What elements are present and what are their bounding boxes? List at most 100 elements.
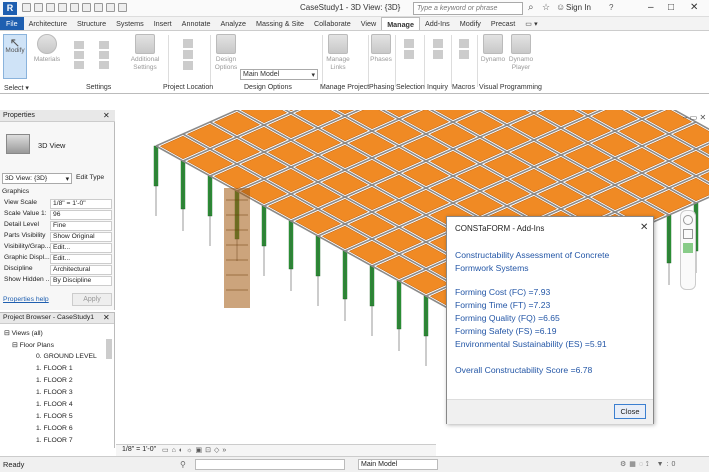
tab-modify[interactable]: Modify — [455, 17, 486, 30]
properties-help-link[interactable]: Properties help — [3, 296, 49, 303]
sign-in-link[interactable]: Sign In — [566, 3, 591, 12]
maximize-icon[interactable]: □ — [668, 2, 674, 13]
main-model-select[interactable]: Main Model ▾ — [240, 69, 318, 80]
viewport-window-controls[interactable]: – ▭ ✕ — [683, 113, 706, 122]
tab-analyze[interactable]: Analyze — [215, 17, 251, 30]
close-panel-icon[interactable]: ✕ — [103, 111, 110, 120]
undo-icon[interactable] — [46, 3, 55, 12]
metric-forming-safety: Forming Safety (FS) =6.19 — [455, 326, 557, 336]
3d-view-type-icon — [6, 134, 30, 154]
group-manage-project: Manage Project — [320, 84, 370, 91]
macros-buttons[interactable] — [453, 37, 475, 77]
close-window-icon[interactable]: ✕ — [690, 2, 698, 13]
title-bar: R CaseStudy1 - 3D View: {3D} Type a keyw… — [0, 0, 709, 17]
overall-score: Overall Constructability Score =6.78 — [455, 365, 593, 375]
browser-scrollbar[interactable] — [106, 339, 112, 359]
cart-icon[interactable]: ☆ — [542, 2, 550, 13]
tab-annotate[interactable]: Annotate — [177, 17, 216, 30]
user-icon[interactable]: ☺ — [556, 2, 565, 12]
measure-icon[interactable] — [82, 3, 91, 12]
search-input[interactable]: Type a keyword or phrase — [413, 2, 523, 15]
list-item[interactable]: 1. FLOOR 5 — [36, 413, 73, 420]
apply-button[interactable]: Apply — [72, 293, 112, 306]
metric-forming-time: Forming Time (FT) =7.23 — [455, 300, 551, 310]
chevron-down-icon: ▾ — [311, 72, 315, 79]
view-selector[interactable]: 3D View: {3D} ▾ — [2, 173, 72, 184]
manage-links-button[interactable]: Manage Links — [326, 34, 350, 72]
list-item[interactable]: 0. GROUND LEVEL — [36, 353, 97, 360]
view-control-bar: 1/8" = 1'-0" ▭⌂◐☼▣⊡◇» — [116, 444, 436, 456]
design-options-icon — [216, 34, 236, 54]
dialog-heading: Constructability Assessment of Concrete … — [455, 250, 610, 273]
list-item[interactable]: 1. FLOOR 3 — [36, 389, 73, 396]
redo-icon[interactable] — [58, 3, 67, 12]
minimize-icon[interactable]: – — [648, 2, 654, 13]
tab-extra-icon[interactable]: ▭ ▾ — [520, 17, 542, 30]
design-options-button[interactable]: Design Options — [214, 34, 238, 72]
close-icon[interactable]: ✕ — [640, 222, 648, 233]
project-location-buttons[interactable] — [178, 37, 198, 77]
tab-file[interactable]: File — [0, 17, 24, 30]
pan-icon[interactable] — [683, 243, 693, 253]
wrench-icon — [135, 34, 155, 54]
list-item[interactable]: 1. FLOOR 4 — [36, 401, 73, 408]
close-button[interactable]: Close — [614, 404, 646, 419]
group-select[interactable]: Select ▾ — [4, 84, 29, 92]
tab-view[interactable]: View — [356, 17, 381, 30]
design-option-select[interactable]: Main Model — [358, 459, 438, 470]
tab-manage[interactable]: Manage — [381, 17, 420, 30]
additional-settings-button[interactable]: Additional Settings — [125, 34, 165, 72]
steering-wheel-icon[interactable] — [683, 215, 693, 225]
save-icon[interactable] — [34, 3, 43, 12]
section-icon[interactable] — [118, 3, 127, 12]
help-icon[interactable]: ? — [609, 3, 613, 12]
list-item[interactable]: 1. FLOOR 1 — [36, 365, 73, 372]
prop-row: Graphic Displ... Edit... — [2, 254, 112, 264]
inquiry-buttons[interactable] — [427, 37, 449, 77]
tab-add-ins[interactable]: Add-Ins — [420, 17, 455, 30]
collapse-icon: ⊟ — [4, 330, 10, 337]
materials-button[interactable]: Materials — [32, 34, 62, 64]
properties-title: Properties — [0, 110, 115, 122]
view-control-icons[interactable]: ▭⌂◐☼▣⊡◇» — [162, 446, 229, 454]
tree-group[interactable]: ⊟ Floor Plans — [12, 341, 54, 349]
list-item[interactable]: 1. FLOOR 2 — [36, 377, 73, 384]
prop-row: Discipline Architectural — [2, 265, 112, 275]
tab-collaborate[interactable]: Collaborate — [309, 17, 356, 30]
phases-button[interactable]: Phases — [370, 34, 392, 64]
zoom-icon[interactable] — [683, 229, 693, 239]
status-icons[interactable]: ⚙▦◌⟟ ▼:0 — [620, 460, 678, 469]
document-title: CaseStudy1 - 3D View: {3D} — [300, 3, 401, 12]
worksets-icon[interactable]: ⚲ — [180, 460, 186, 469]
3d-view-icon[interactable] — [106, 3, 115, 12]
group-visual-programming: Visual Programming — [479, 84, 542, 91]
text-icon[interactable] — [94, 3, 103, 12]
edit-type-button[interactable]: Edit Type — [76, 174, 104, 181]
revit-logo-icon[interactable]: R — [3, 2, 17, 15]
list-item[interactable]: 1. FLOOR 7 — [36, 437, 73, 444]
open-icon[interactable] — [22, 3, 31, 12]
tab-insert[interactable]: Insert — [149, 17, 177, 30]
dynamo-player-button[interactable]: Dynamo Player — [507, 34, 535, 72]
binoculars-icon[interactable]: ⌕ — [528, 2, 534, 13]
tree-root[interactable]: ⊟ Views (all) — [4, 329, 43, 337]
tab-precast[interactable]: Precast — [486, 17, 520, 30]
selection-buttons[interactable] — [398, 37, 420, 77]
print-icon[interactable] — [70, 3, 79, 12]
modify-button[interactable]: ↖ Modify — [3, 34, 27, 79]
close-browser-icon[interactable]: ✕ — [103, 313, 110, 322]
quick-access-toolbar — [22, 3, 127, 14]
navigation-bar[interactable] — [680, 210, 696, 290]
settings-small-buttons[interactable] — [68, 39, 90, 79]
worksets-select[interactable] — [195, 459, 345, 470]
view-scale[interactable]: 1/8" = 1'-0" — [122, 446, 156, 453]
settings-small-buttons-2[interactable] — [93, 39, 115, 79]
dynamo-button[interactable]: Dynamo — [480, 34, 506, 64]
dialog-footer: Close — [447, 399, 653, 424]
list-item[interactable]: 1. FLOOR 6 — [36, 425, 73, 432]
dynamo-icon — [483, 34, 503, 54]
tab-massing-site[interactable]: Massing & Site — [251, 17, 309, 30]
tab-architecture[interactable]: Architecture — [24, 17, 72, 30]
tab-structure[interactable]: Structure — [72, 17, 111, 30]
tab-systems[interactable]: Systems — [111, 17, 149, 30]
